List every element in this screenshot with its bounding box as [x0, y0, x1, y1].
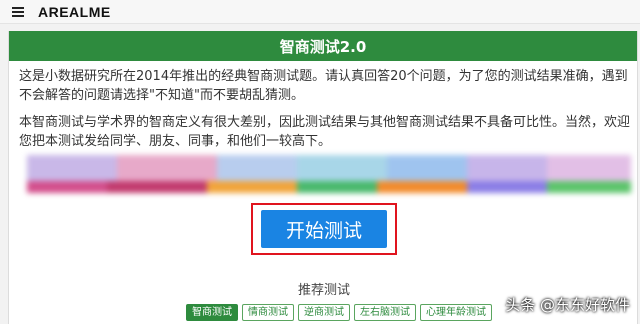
- blurred-ad-banner: [27, 155, 631, 193]
- start-test-button[interactable]: 开始测试: [261, 210, 387, 248]
- tag-aq-test[interactable]: 逆商测试: [298, 304, 350, 321]
- test-intro-text: 这是小数据研究所在2014年推出的经典智商测试题。请认真回答20个问题，为了您的…: [19, 69, 628, 103]
- start-button-highlight: 开始测试: [251, 203, 397, 255]
- tag-iq-test[interactable]: 智商测试: [186, 304, 238, 321]
- test-title: 智商测试2.0: [9, 31, 637, 61]
- recommended-tests-list: 智商测试 情商测试 逆商测试 左右脑测试 心理年龄测试: [186, 304, 492, 321]
- tag-eq-test[interactable]: 情商测试: [242, 304, 294, 321]
- test-card: 智商测试2.0 这是小数据研究所在2014年推出的经典智商测试题。请认真回答20…: [8, 31, 638, 324]
- tag-brain-test[interactable]: 左右脑测试: [354, 304, 416, 321]
- brand-logo[interactable]: AREALME: [38, 4, 111, 20]
- tag-mental-age-test[interactable]: 心理年龄测试: [420, 304, 492, 321]
- source-watermark: 头条 @东东好软件: [505, 296, 630, 314]
- top-navigation-bar: AREALME: [0, 0, 640, 24]
- hamburger-menu-icon[interactable]: [12, 6, 24, 17]
- test-notice-text: 本智商测试与学术界的智商定义有很大差别，因此测试结果与其他智商测试结果不具备可比…: [19, 115, 631, 149]
